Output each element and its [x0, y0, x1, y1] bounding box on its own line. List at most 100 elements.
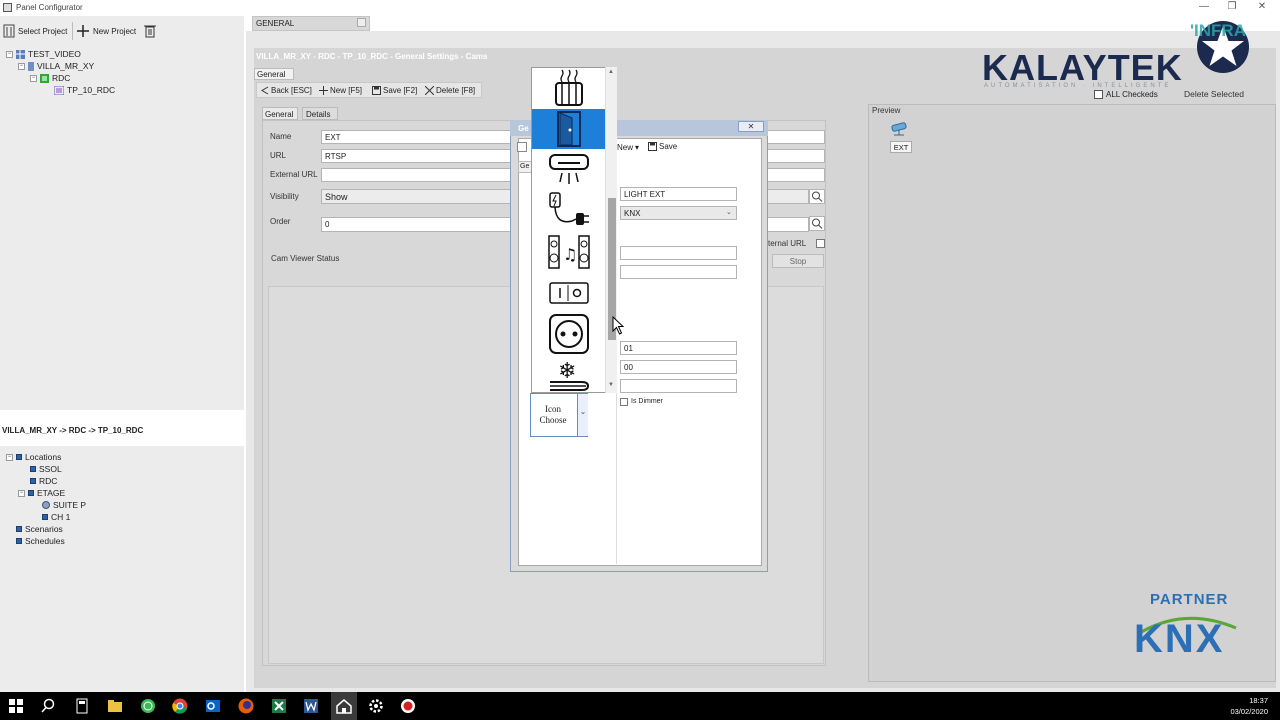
- close-button[interactable]: ✕: [1254, 1, 1270, 12]
- stop-button[interactable]: Stop: [772, 254, 824, 268]
- external-url-checkbox[interactable]: [816, 239, 825, 248]
- tree-label: SSOL: [39, 464, 62, 474]
- tree-item-suite[interactable]: SUITE P: [42, 499, 86, 511]
- firefox-icon[interactable]: [237, 697, 255, 715]
- tree-label: Locations: [25, 452, 62, 462]
- dialog-new-button[interactable]: New ▾: [617, 143, 639, 152]
- file-explorer-icon[interactable]: [106, 697, 124, 715]
- excel-icon[interactable]: [270, 697, 288, 715]
- infra-logo: 'INFRA: [1190, 21, 1246, 40]
- window-title: Panel Configurator: [16, 3, 83, 12]
- icon-option-radiator[interactable]: [532, 68, 606, 108]
- scroll-down-icon[interactable]: ▼: [608, 382, 614, 388]
- breadcrumb: VILLA_MR_XY -> RDC -> TP_10_RDC: [0, 410, 244, 446]
- node-icon: [28, 490, 34, 496]
- new-project-button[interactable]: New Project: [76, 24, 136, 38]
- record-icon[interactable]: [399, 697, 417, 715]
- is-dimmer-checkbox[interactable]: [620, 398, 628, 406]
- plus-icon: [77, 25, 89, 37]
- dialog-close-button[interactable]: ✕: [738, 121, 764, 132]
- back-button[interactable]: Back [ESC]: [260, 86, 312, 95]
- minimize-button[interactable]: —: [1196, 1, 1212, 12]
- calculator-icon[interactable]: [73, 697, 91, 715]
- word-icon[interactable]: [302, 697, 320, 715]
- tree-item-panel[interactable]: TP_10_RDC: [54, 84, 115, 96]
- dialog-field-3[interactable]: [620, 246, 737, 260]
- dialog-title: Ge: [518, 124, 529, 133]
- icon-option-snow-radiator[interactable]: ❄: [532, 355, 606, 395]
- scroll-up-icon[interactable]: ▲: [608, 69, 614, 75]
- tab-general[interactable]: General: [254, 68, 294, 80]
- trash-icon[interactable]: [144, 24, 156, 38]
- search-icon: [812, 218, 823, 229]
- collapse-toggle-icon[interactable]: −: [18, 489, 25, 497]
- tree-item-rdc[interactable]: − RDC: [30, 72, 70, 84]
- node-icon: [16, 538, 22, 544]
- icon-option-speakers[interactable]: ♫: [532, 232, 606, 272]
- tree-item-ch1[interactable]: CH 1: [42, 511, 70, 523]
- url-label: URL: [270, 151, 287, 160]
- tree-item-rdc-loc[interactable]: RDC: [30, 475, 57, 487]
- collapse-toggle-icon[interactable]: −: [6, 50, 13, 58]
- delete-button[interactable]: Delete [F8]: [425, 86, 475, 95]
- tab-general-doc[interactable]: GENERAL: [252, 16, 370, 31]
- cam-status-label: Cam Viewer Status: [271, 254, 340, 263]
- preview-title: Preview: [872, 106, 901, 115]
- windows-start-icon[interactable]: [7, 697, 25, 715]
- collapse-toggle-icon[interactable]: −: [18, 62, 25, 70]
- outlook-icon[interactable]: [204, 697, 222, 715]
- delete-icon: [425, 86, 434, 95]
- room-icon: [42, 501, 50, 509]
- dialog-save-button[interactable]: Save: [648, 142, 677, 151]
- search-icon[interactable]: [39, 697, 57, 715]
- dialog-name-input[interactable]: LIGHT EXT: [620, 187, 737, 201]
- dialog-address-1[interactable]: 01: [620, 341, 737, 355]
- air-conditioner-icon: [549, 154, 589, 184]
- delete-label: Delete [F8]: [436, 86, 476, 95]
- chrome-icon[interactable]: [171, 697, 189, 715]
- tree-item-schedules[interactable]: Schedules: [6, 535, 65, 547]
- maximize-button[interactable]: ❐: [1224, 1, 1240, 12]
- icon-option-air-conditioner[interactable]: [532, 150, 606, 190]
- whatsapp-icon[interactable]: [139, 697, 157, 715]
- save-button[interactable]: Save [F2]: [372, 86, 417, 95]
- tree-item-test-video[interactable]: − TEST_VIDEO: [6, 48, 81, 60]
- tree-item-etage[interactable]: − ETAGE: [18, 487, 65, 499]
- icon-option-door[interactable]: [532, 109, 606, 149]
- toolbar-divider: [72, 22, 73, 40]
- tree-item-scenarios[interactable]: Scenarios: [6, 523, 63, 535]
- dialog-address-2[interactable]: 00: [620, 360, 737, 374]
- new-button[interactable]: New [F5]: [319, 86, 362, 95]
- camera-icon[interactable]: [890, 121, 912, 137]
- breadcrumb-text: VILLA_MR_XY -> RDC -> TP_10_RDC: [2, 426, 144, 435]
- dialog-back-icon[interactable]: [517, 142, 527, 152]
- node-icon: [30, 466, 36, 472]
- icon-option-plug[interactable]: [532, 191, 606, 231]
- collapse-toggle-icon[interactable]: −: [30, 74, 37, 82]
- dialog-tab[interactable]: Ge: [518, 161, 532, 173]
- settings-gear-icon[interactable]: [367, 697, 385, 715]
- tree-item-locations[interactable]: − Locations: [6, 451, 61, 463]
- order-label: Order: [270, 217, 291, 226]
- tree-label: Scenarios: [25, 524, 63, 534]
- icon-choose-combo[interactable]: Icon Choose ⌄: [530, 393, 588, 437]
- visibility-search-button[interactable]: [809, 189, 825, 204]
- dialog-field-4[interactable]: [620, 265, 737, 279]
- delete-selected-button[interactable]: Delete Selected: [1184, 89, 1244, 99]
- tab-close-icon[interactable]: [357, 18, 366, 27]
- taskbar-active-app[interactable]: [331, 692, 357, 720]
- icon-option-socket[interactable]: [532, 314, 606, 354]
- select-project-button[interactable]: Select Project: [3, 24, 67, 38]
- icon-option-switch[interactable]: [532, 273, 606, 313]
- tree-item-villa[interactable]: − VILLA_MR_XY: [18, 60, 94, 72]
- dropdown-scrollbar[interactable]: ▲ ▼: [605, 67, 617, 393]
- subtab-details[interactable]: Details: [302, 107, 338, 120]
- subtab-general[interactable]: General: [262, 107, 298, 120]
- dialog-address-3[interactable]: [620, 379, 737, 393]
- collapse-toggle-icon[interactable]: −: [6, 453, 13, 461]
- dialog-type-select[interactable]: KNX: [620, 206, 737, 220]
- combo-chevron-icon[interactable]: ⌄: [577, 394, 588, 436]
- all-checkeds-checkbox[interactable]: [1094, 90, 1103, 99]
- order-search-button[interactable]: [809, 216, 825, 231]
- tree-item-ssol[interactable]: SSOL: [30, 463, 62, 475]
